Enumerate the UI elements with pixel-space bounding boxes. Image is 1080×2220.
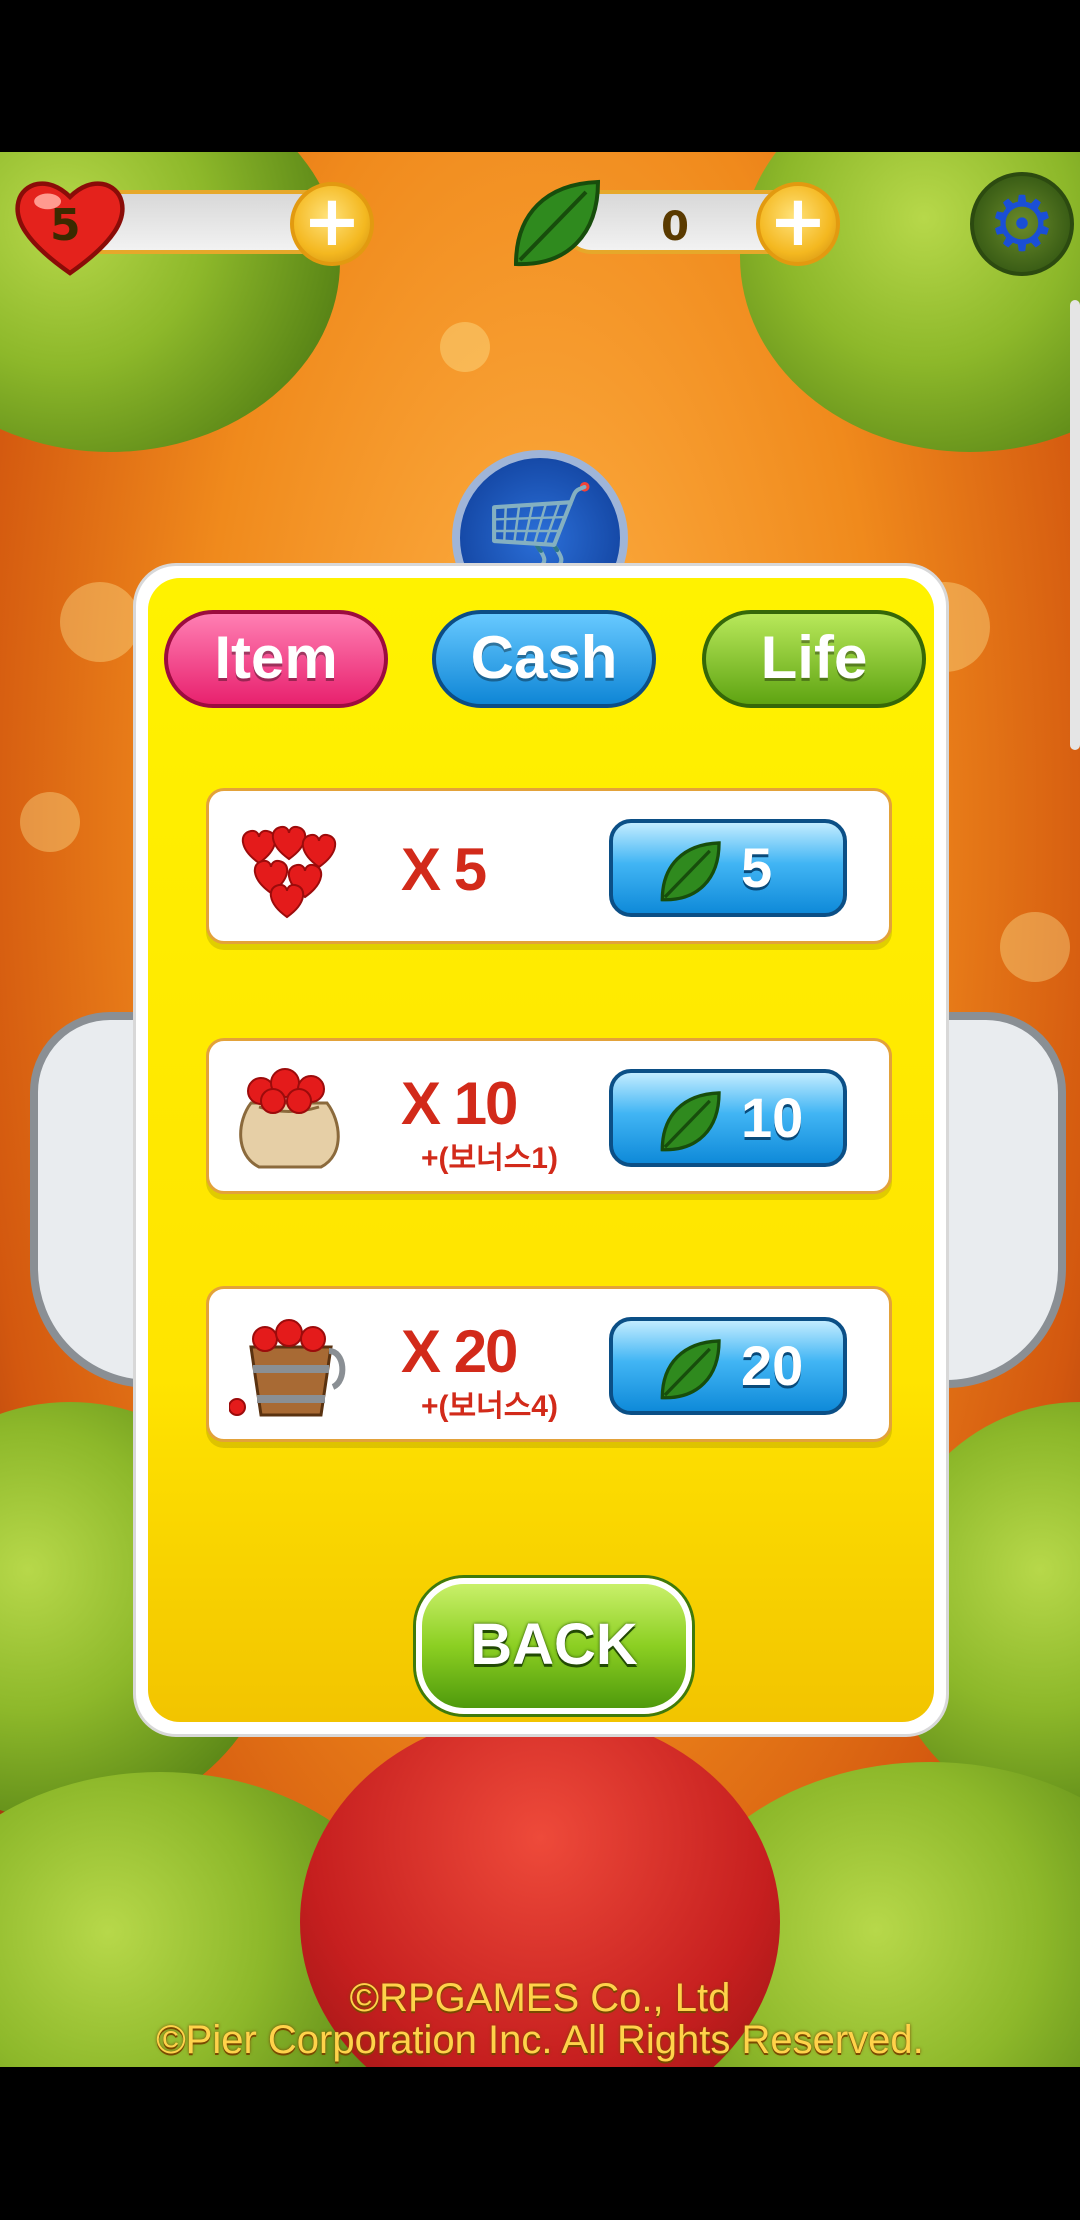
tab-item[interactable]: Item xyxy=(164,610,388,708)
back-button[interactable]: BACK xyxy=(416,1578,692,1714)
offer-bonus: +(보너스1) xyxy=(421,1142,558,1175)
hearts-bucket-icon xyxy=(229,1319,346,1417)
tab-cash[interactable]: Cash xyxy=(432,610,656,708)
offer-quantity: X 10 xyxy=(401,1070,518,1137)
shop-dialog: Item Cash Life X 5 5 X 10 +(보너스1) 10 X 2… xyxy=(136,566,946,1734)
shop-panel: Item Cash Life X 5 5 X 10 +(보너스1) 10 X 2… xyxy=(148,578,934,1722)
offer-row: X 20 +(보너스4) 20 xyxy=(206,1286,892,1442)
hearts-sack-icon xyxy=(239,1068,340,1169)
copyright-line-1: ©RPGAMES Co., Ltd xyxy=(349,1976,731,2020)
offer-quantity: X 20 xyxy=(401,1318,518,1385)
copyright-line-2: ©Pier Corporation Inc. All Rights Reserv… xyxy=(156,2018,924,2062)
leaf-icon xyxy=(660,1091,721,1152)
offer-bonus: +(보너스4) xyxy=(421,1390,558,1423)
gear-icon[interactable]: ⚙ xyxy=(970,172,1074,276)
leaves-count: 0 xyxy=(661,204,689,250)
buy-price: 5 xyxy=(741,836,773,899)
leaf-icon xyxy=(513,179,601,267)
buy-price: 20 xyxy=(741,1334,804,1397)
buy-button[interactable]: 20 xyxy=(609,1317,847,1415)
hearts-pile-icon xyxy=(241,825,337,919)
leaf-icon xyxy=(660,841,721,902)
add-leaves-button[interactable]: + xyxy=(756,182,840,266)
leaf-icon xyxy=(660,1339,721,1400)
offer-row: X 10 +(보너스1) 10 xyxy=(206,1038,892,1194)
buy-price: 10 xyxy=(741,1086,804,1149)
buy-button[interactable]: 10 xyxy=(609,1069,847,1167)
offer-row: X 5 5 xyxy=(206,788,892,944)
scrollbar[interactable] xyxy=(1070,300,1080,750)
tab-life[interactable]: Life xyxy=(702,610,926,708)
add-lives-button[interactable]: + xyxy=(290,182,374,266)
lives-count: 5 xyxy=(50,200,81,251)
offer-quantity: X 5 xyxy=(401,836,487,903)
buy-button[interactable]: 5 xyxy=(609,819,847,917)
